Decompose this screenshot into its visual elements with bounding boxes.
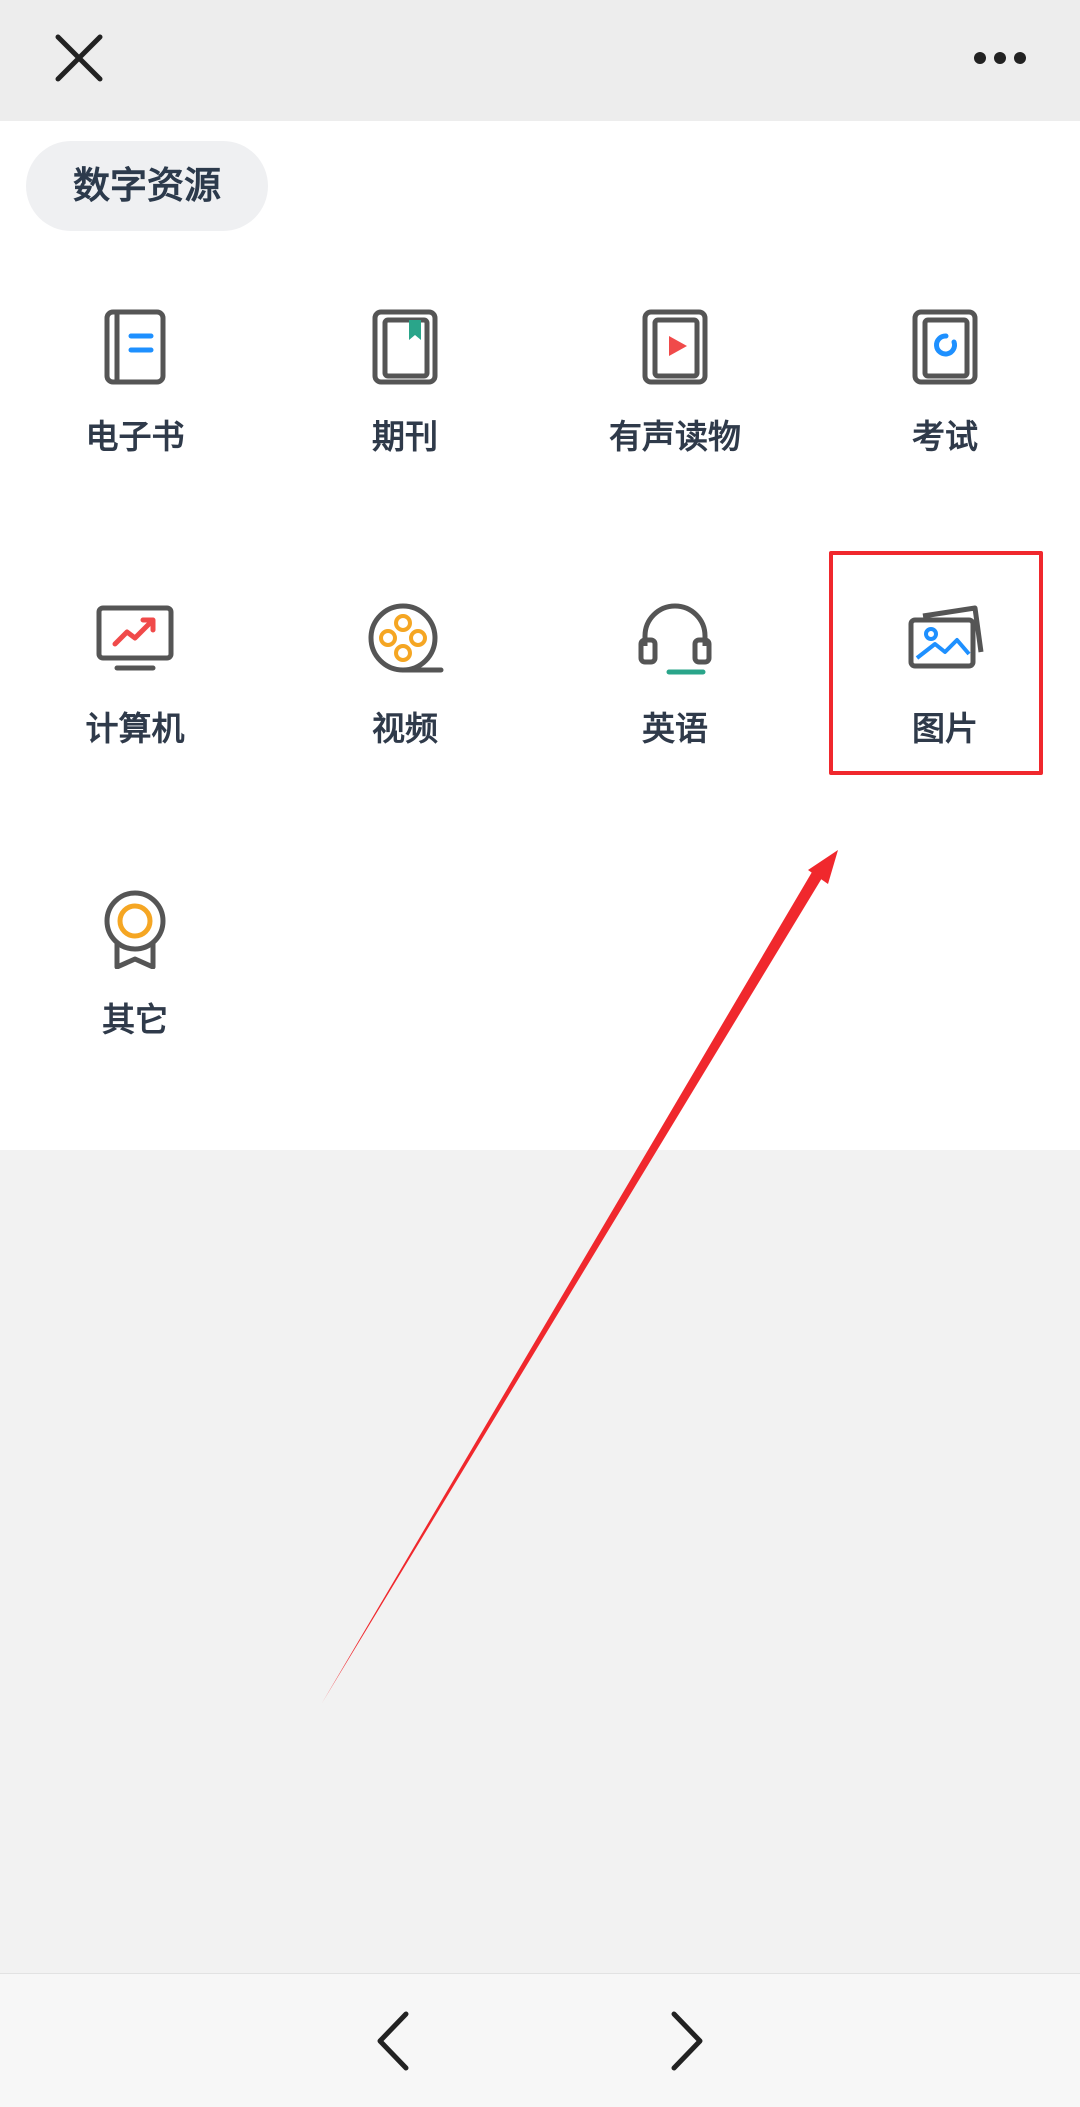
chevron-left-icon [377, 2011, 409, 2071]
top-bar [0, 0, 1080, 121]
grid-item-video[interactable]: 视频 [270, 598, 540, 818]
grid-item-computer[interactable]: 计算机 [0, 598, 270, 818]
close-icon [55, 34, 103, 82]
headphones-icon [638, 603, 712, 675]
grid-item-label: 其它 [102, 1000, 168, 1039]
grid-item-label: 考试 [912, 417, 978, 456]
more-button[interactable] [960, 23, 1040, 93]
forward-button[interactable] [650, 1996, 720, 2086]
chevron-right-icon [671, 2011, 703, 2071]
grid-item-english[interactable]: 英语 [540, 598, 810, 818]
journal-icon [372, 309, 438, 385]
exam-icon [912, 309, 978, 385]
grid-item-label: 电子书 [85, 417, 185, 456]
computer-icon [96, 605, 174, 671]
more-icon [974, 52, 1026, 64]
highlight-box [829, 551, 1043, 775]
section-title-chip[interactable]: 数字资源 [26, 141, 268, 231]
grid-item-label: 视频 [372, 709, 438, 748]
video-icon [368, 603, 444, 673]
grid-item-exam[interactable]: 考试 [810, 306, 1080, 526]
ebook-icon [104, 309, 166, 385]
grid-item-label: 英语 [642, 709, 708, 748]
back-button[interactable] [360, 1996, 430, 2086]
bottom-nav-bar [0, 1973, 1080, 2107]
grid-item-other[interactable]: 其它 [0, 889, 270, 1109]
grid-item-label: 计算机 [85, 709, 185, 748]
grid-item-journal[interactable]: 期刊 [270, 306, 540, 526]
grid-item-label: 有声读物 [609, 417, 741, 456]
grid-item-label: 期刊 [372, 417, 438, 456]
medal-icon [104, 890, 166, 969]
close-button[interactable] [44, 23, 114, 93]
grid-item-audiobook[interactable]: 有声读物 [540, 306, 810, 526]
audiobook-icon [642, 309, 708, 385]
grid-item-ebook[interactable]: 电子书 [0, 306, 270, 526]
